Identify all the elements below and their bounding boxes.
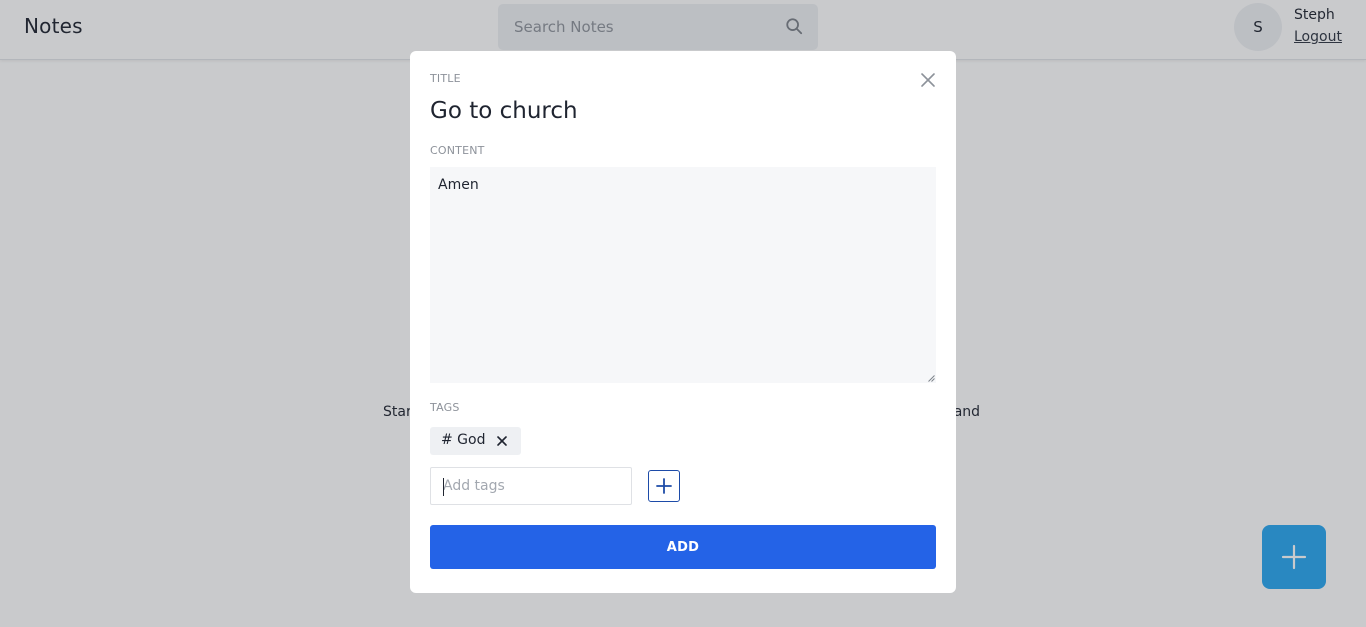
add-tags-input[interactable] [430,467,632,505]
tag-chip: # God [430,427,521,455]
close-icon [921,73,935,87]
title-label: TITLE [430,72,461,85]
close-modal-button[interactable] [918,70,938,90]
add-note-modal: TITLE CONTENT TAGS # God A [410,51,956,593]
title-input[interactable] [430,93,910,129]
content-label: CONTENT [430,144,485,157]
tag-chip-label: # God [441,432,486,448]
text-caret [443,478,444,496]
remove-tag-button[interactable] [495,434,509,448]
add-note-button[interactable]: ADD [430,525,936,569]
resize-grip-icon[interactable] [928,375,935,382]
notes-app: Notes S Steph Logout Starand [0,0,1366,627]
tags-label: TAGS [430,401,460,414]
content-textarea[interactable] [430,167,936,383]
plus-icon [656,478,672,494]
close-icon [497,436,507,446]
add-tag-button[interactable] [648,470,680,502]
